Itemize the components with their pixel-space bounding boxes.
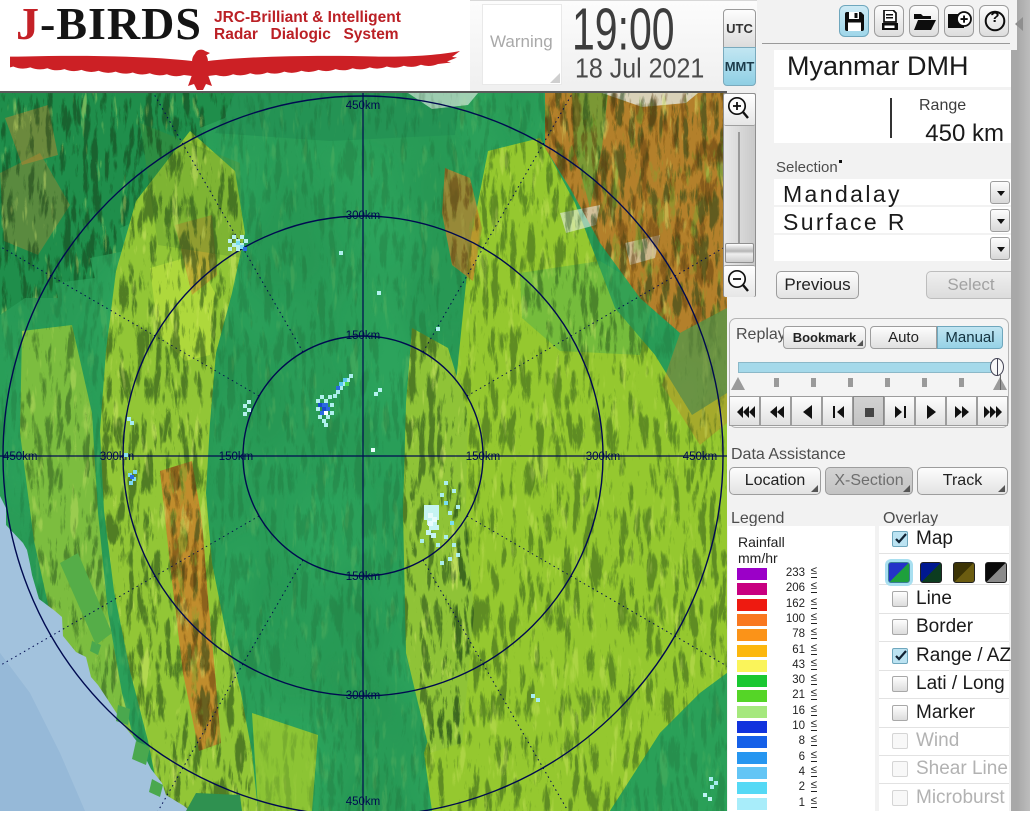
svg-text:150km: 150km [219,451,254,463]
svg-text:300km: 300km [346,210,381,222]
svg-text:450km: 450km [346,100,381,112]
svg-text:300km: 300km [346,690,381,702]
svg-text:150km: 150km [466,451,501,463]
svg-text:300km: 300km [586,451,621,463]
svg-text:300km: 300km [100,451,135,463]
svg-text:450km: 450km [3,451,38,463]
svg-text:150km: 150km [346,330,381,342]
svg-text:450km: 450km [346,796,381,808]
svg-text:150km: 150km [346,571,381,583]
svg-text:450km: 450km [683,451,718,463]
